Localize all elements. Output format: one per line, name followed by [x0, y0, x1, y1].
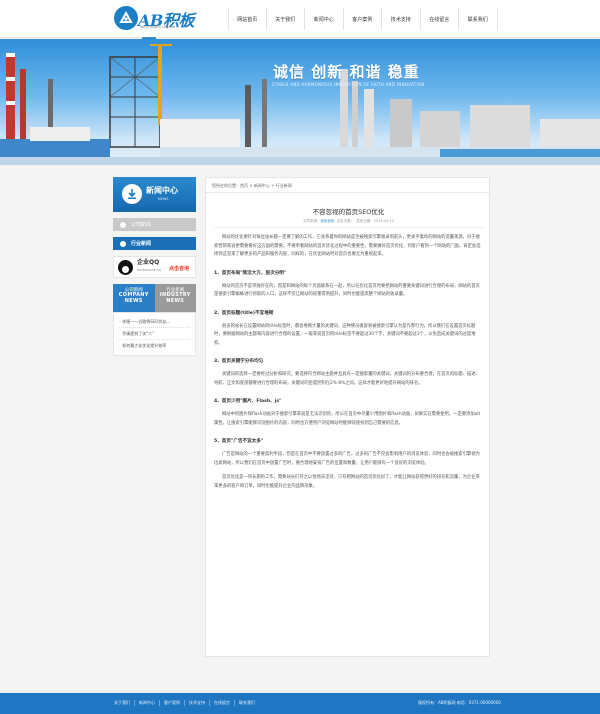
- article-subheading: 3、首页关键字分布均匀: [214, 359, 264, 364]
- meta-source-label: 文章来源：: [302, 219, 321, 223]
- news-icon: [122, 184, 142, 204]
- footer-link-message[interactable]: 在线留言: [210, 700, 235, 706]
- article-paragraph: 网站的首页不是单独存在的，而是和网站的每个页面联系在一起，所以在优化首页时要把网…: [214, 283, 480, 298]
- qq-penguin-icon: [118, 259, 133, 275]
- article-subheading: 1、首页布局"简洁大方，层次分明": [214, 270, 287, 276]
- site-header: AB积板网 Wind Inland City Ltd 网站首页 关于我们 新闻中…: [0, 0, 600, 54]
- article-subheading: 4、首页少用"图片、Flash、js": [214, 399, 282, 404]
- footer-links: 关于我们 新闻中心 客户案例 技术支持 在线留言 联系我们: [114, 700, 259, 706]
- sidebar-item-industry-news[interactable]: 行业新闻: [113, 237, 196, 250]
- nav-contact[interactable]: 联系我们: [459, 8, 498, 30]
- footer-link-contact[interactable]: 联系我们: [235, 700, 259, 706]
- logo-mark-icon: [114, 6, 138, 30]
- sidebar-header: 新闻中心 NEWS: [113, 177, 196, 212]
- breadcrumb[interactable]: 您所在的位置：首页 > 新闻中心 > 行业新闻: [212, 183, 292, 189]
- news-list: 伴随——谷歌将SEO优化... 乔康提到了关"六" 如何最大化优化提升效率: [113, 312, 196, 356]
- divider: [214, 227, 483, 228]
- article-meta: 文章来源：优化优化 点击次数： 发布日期：2015-04-15: [206, 219, 491, 224]
- article-body: 网站的优化要针对每位站长都一定要了解的工作，它关系着你的网站是否被搜索引擎收录到…: [214, 234, 483, 497]
- article-paragraph: 关键词的选择一定要经过分析和研究，要选择符合网站主题并且具有一定搜索量的关键词，…: [214, 372, 480, 386]
- nav-support[interactable]: 技术支持: [382, 8, 421, 30]
- divider: [206, 192, 491, 193]
- qq-consult-button[interactable]: 点击咨询: [165, 263, 192, 273]
- tab-company-news[interactable]: 公司新闻 COMPANY NEWS: [113, 284, 155, 312]
- sidebar-item-label: 公司新闻: [131, 222, 152, 228]
- article-subheading: 5、首页"广告不宜太多": [214, 439, 264, 444]
- sidebar-item-label: 行业新闻: [131, 241, 152, 247]
- nav-message[interactable]: 在线留言: [421, 8, 459, 30]
- nav-about[interactable]: 关于我们: [267, 8, 305, 30]
- meta-hits-label: 点击次数：: [336, 219, 355, 223]
- meta-source: 优化优化: [320, 219, 335, 223]
- article-paragraph: 网站的优化要针对每位站长都一定要了解的工作，它关系着你的网站是否被搜索引擎收录到…: [214, 235, 481, 257]
- site-logo[interactable]: AB积板网 Wind Inland City Ltd: [114, 6, 194, 54]
- footer-link-about[interactable]: 关于我们: [114, 700, 135, 706]
- hero-banner: 诚信 创新 和谐 稳重 STABLE AND HARMONIOUS INNOVA…: [0, 39, 600, 165]
- meta-date: 发布日期：2015-04-15: [356, 219, 395, 223]
- tab-industry-news[interactable]: 行业新闻 INDUSTRY NEWS: [154, 284, 196, 312]
- qq-subtitle: ENTERPRISE QQ: [137, 268, 162, 272]
- factory-illustration: [0, 44, 600, 165]
- sidebar-title: 新闻中心: [146, 186, 178, 195]
- article-title: 不容忽视的首页SEO优化: [312, 208, 385, 216]
- nav-news[interactable]: 新闻中心: [305, 8, 344, 30]
- article-panel: 您所在的位置：首页 > 新闻中心 > 行业新闻 不容忽视的首页SEO优化 文章来…: [205, 177, 491, 657]
- article-subheading: 2、首页标题(title)不宜堆砌: [214, 310, 274, 316]
- tab-title-en: COMPANY NEWS: [118, 292, 149, 304]
- list-item[interactable]: 如何最大化优化提升效率: [119, 340, 190, 352]
- sidebar: 新闻中心 NEWS 公司新闻 行业新闻 企业QQ ENTERPRISE QQ 点…: [113, 177, 196, 356]
- article-paragraph: 首页优化是一项长期的工作，需要站长们持之以恒地去坚持，只有把网站的首页优化好了，…: [214, 475, 480, 489]
- list-item[interactable]: 乔康提到了关"六": [119, 328, 190, 340]
- logo-subtitle: Wind Inland City Ltd: [140, 25, 176, 29]
- footer-link-support[interactable]: 技术支持: [185, 700, 210, 706]
- sidebar-item-company-news[interactable]: 公司新闻: [113, 218, 196, 231]
- sidebar-title-en: NEWS: [158, 197, 169, 201]
- nav-home[interactable]: 网站首页: [228, 8, 267, 30]
- banner-subtitle: STABLE AND HARMONIOUS INNOVATION OF FAIT…: [272, 82, 425, 87]
- banner-slogan: 诚信 创新 和谐 稳重: [273, 63, 420, 81]
- qq-title-text: 企业QQ: [137, 259, 160, 267]
- tab-title-en: INDUSTRY NEWS: [159, 292, 191, 304]
- qq-title: 企业QQ ENTERPRISE QQ: [137, 260, 161, 273]
- site-footer: 关于我们 新闻中心 客户案例 技术支持 在线留言 联系我们 版权所有：AB积板网…: [0, 693, 600, 714]
- article-paragraph: 网站中的图片和flash动画对于搜索引擎来说是无法识别的，所以在首页中尽量少用图…: [214, 412, 481, 426]
- main-nav: 网站首页 关于我们 新闻中心 客户案例 技术支持 在线留言 联系我们: [228, 8, 498, 30]
- bullet-icon: [120, 221, 126, 228]
- footer-copyright: 版权所有：AB积板网 电话：0371-00000000: [418, 700, 501, 705]
- footer-link-news[interactable]: 新闻中心: [135, 700, 160, 706]
- footer-link-cases[interactable]: 客户案例: [160, 700, 185, 706]
- news-tabs: 公司新闻 COMPANY NEWS 行业新闻 INDUSTRY NEWS: [113, 284, 196, 312]
- bullet-icon: [120, 240, 126, 247]
- nav-cases[interactable]: 客户案例: [344, 8, 382, 30]
- list-item[interactable]: 伴随——谷歌将SEO优化...: [119, 316, 190, 328]
- article-paragraph: 很多的站长在设置网站的title标签时，都会堆砌大量的关键词，这种情况很容易被搜…: [214, 323, 476, 346]
- qq-contact-box[interactable]: 企业QQ ENTERPRISE QQ 点击咨询: [113, 256, 196, 278]
- article-paragraph: 广告是网站的一个重要盈利手段，但是在首页中不要放置过多的广告，过多的广告不仅会影…: [214, 452, 480, 466]
